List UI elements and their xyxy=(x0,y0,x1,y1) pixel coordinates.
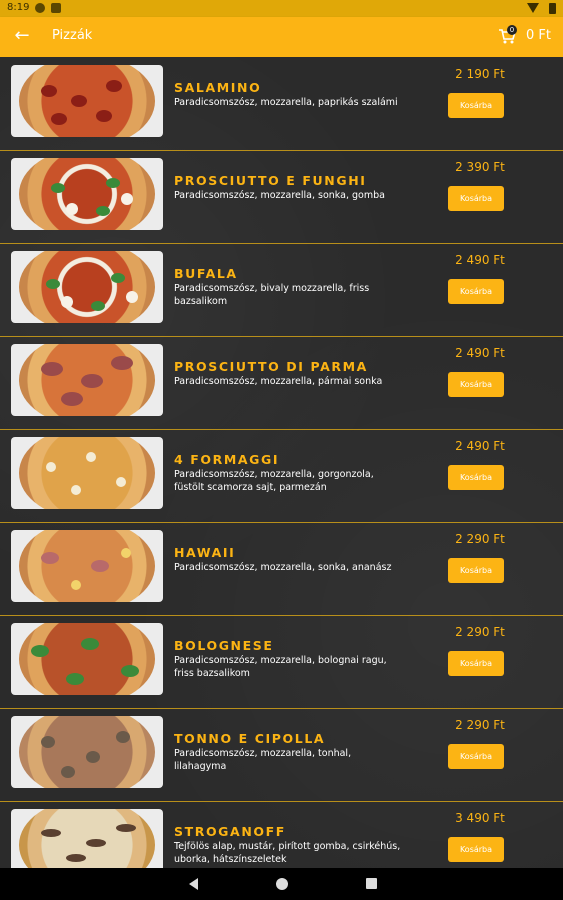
list-item[interactable]: BUFALA Paradicsomszósz, bivaly mozzarell… xyxy=(0,243,563,337)
status-time: 8:19 xyxy=(7,2,30,13)
product-name: TONNO E CIPOLLA xyxy=(174,731,326,746)
product-description: Paradicsomszósz, mozzarella, tonhal, lil… xyxy=(174,748,352,772)
battery-icon xyxy=(549,3,556,14)
system-nav-bar xyxy=(0,868,563,900)
sim-icon xyxy=(51,3,61,13)
product-name: BOLOGNESE xyxy=(174,638,274,653)
list-item[interactable]: PROSCIUTTO DI PARMA Paradicsomszósz, moz… xyxy=(0,336,563,430)
product-description: Paradicsomszósz, mozzarella, gorgonzola,… xyxy=(174,469,374,493)
nav-back-icon[interactable] xyxy=(189,878,198,890)
product-price: 2 490 Ft xyxy=(455,253,505,267)
pizza-image xyxy=(11,530,163,602)
add-to-cart-button[interactable]: Kosárba xyxy=(448,93,504,118)
add-to-cart-button[interactable]: Kosárba xyxy=(448,651,504,676)
list-item[interactable]: HAWAII Paradicsomszósz, mozzarella, sonk… xyxy=(0,522,563,616)
add-to-cart-button[interactable]: Kosárba xyxy=(448,279,504,304)
product-name: PROSCIUTTO E FUNGHI xyxy=(174,173,367,188)
pizza-image xyxy=(11,716,163,788)
product-list[interactable]: SALAMINO Paradicsomszósz, mozzarella, pa… xyxy=(0,57,563,868)
add-to-cart-button[interactable]: Kosárba xyxy=(448,186,504,211)
add-to-cart-button[interactable]: Kosárba xyxy=(448,744,504,769)
product-price: 2 390 Ft xyxy=(455,160,505,174)
product-description: Paradicsomszósz, mozzarella, sonka, anan… xyxy=(174,562,392,573)
list-item[interactable]: PROSCIUTTO E FUNGHI Paradicsomszósz, moz… xyxy=(0,150,563,244)
arrow-left-icon[interactable]: ← xyxy=(10,24,34,48)
pizza-image xyxy=(11,65,163,137)
pizza-image xyxy=(11,158,163,230)
add-to-cart-button[interactable]: Kosárba xyxy=(448,465,504,490)
wifi-icon xyxy=(527,3,539,13)
product-name: STROGANOFF xyxy=(174,824,286,839)
product-price: 2 490 Ft xyxy=(455,439,505,453)
add-to-cart-button[interactable]: Kosárba xyxy=(448,558,504,583)
list-item[interactable]: BOLOGNESE Paradicsomszósz, mozzarella, b… xyxy=(0,615,563,709)
product-description: Paradicsomszósz, mozzarella, pármai sonk… xyxy=(174,376,383,387)
pizza-image xyxy=(11,251,163,323)
add-to-cart-button[interactable]: Kosárba xyxy=(448,372,504,397)
product-name: BUFALA xyxy=(174,266,238,281)
product-price: 2 290 Ft xyxy=(455,718,505,732)
product-description: Paradicsomszósz, mozzarella, sonka, gomb… xyxy=(174,190,385,201)
notification-icon xyxy=(35,3,45,13)
list-item[interactable]: 4 FORMAGGI Paradicsomszósz, mozzarella, … xyxy=(0,429,563,523)
product-name: SALAMINO xyxy=(174,80,262,95)
list-item[interactable]: STROGANOFF Tejfölös alap, mustár, piríto… xyxy=(0,801,563,868)
product-description: Paradicsomszósz, bivaly mozzarella, fris… xyxy=(174,283,370,307)
product-name: HAWAII xyxy=(174,545,236,560)
add-to-cart-button[interactable]: Kosárba xyxy=(448,837,504,862)
pizza-image xyxy=(11,437,163,509)
product-price: 2 290 Ft xyxy=(455,532,505,546)
pizza-image xyxy=(11,344,163,416)
app-bar: ← Pizzák 0 0 Ft xyxy=(0,17,563,57)
product-price: 2 190 Ft xyxy=(455,67,505,81)
cart-total[interactable]: 0 Ft xyxy=(526,28,551,43)
list-item[interactable]: SALAMINO Paradicsomszósz, mozzarella, pa… xyxy=(0,57,563,151)
page-title: Pizzák xyxy=(52,28,93,43)
product-price: 2 290 Ft xyxy=(455,625,505,639)
list-item[interactable]: TONNO E CIPOLLA Paradicsomszósz, mozzare… xyxy=(0,708,563,802)
pizza-image xyxy=(11,623,163,695)
pizza-image xyxy=(11,809,163,868)
nav-recent-icon[interactable] xyxy=(366,878,377,889)
cart-count-badge: 0 xyxy=(507,25,517,35)
product-description: Tejfölös alap, mustár, pirított gomba, c… xyxy=(174,841,401,865)
nav-home-icon[interactable] xyxy=(276,878,288,890)
product-price: 2 490 Ft xyxy=(455,346,505,360)
product-description: Paradicsomszósz, mozzarella, paprikás sz… xyxy=(174,97,398,108)
product-description: Paradicsomszósz, mozzarella, bolognai ra… xyxy=(174,655,387,679)
product-name: 4 FORMAGGI xyxy=(174,452,280,467)
product-price: 3 490 Ft xyxy=(455,811,505,825)
product-name: PROSCIUTTO DI PARMA xyxy=(174,359,368,374)
status-bar: 8:19 xyxy=(0,0,563,17)
